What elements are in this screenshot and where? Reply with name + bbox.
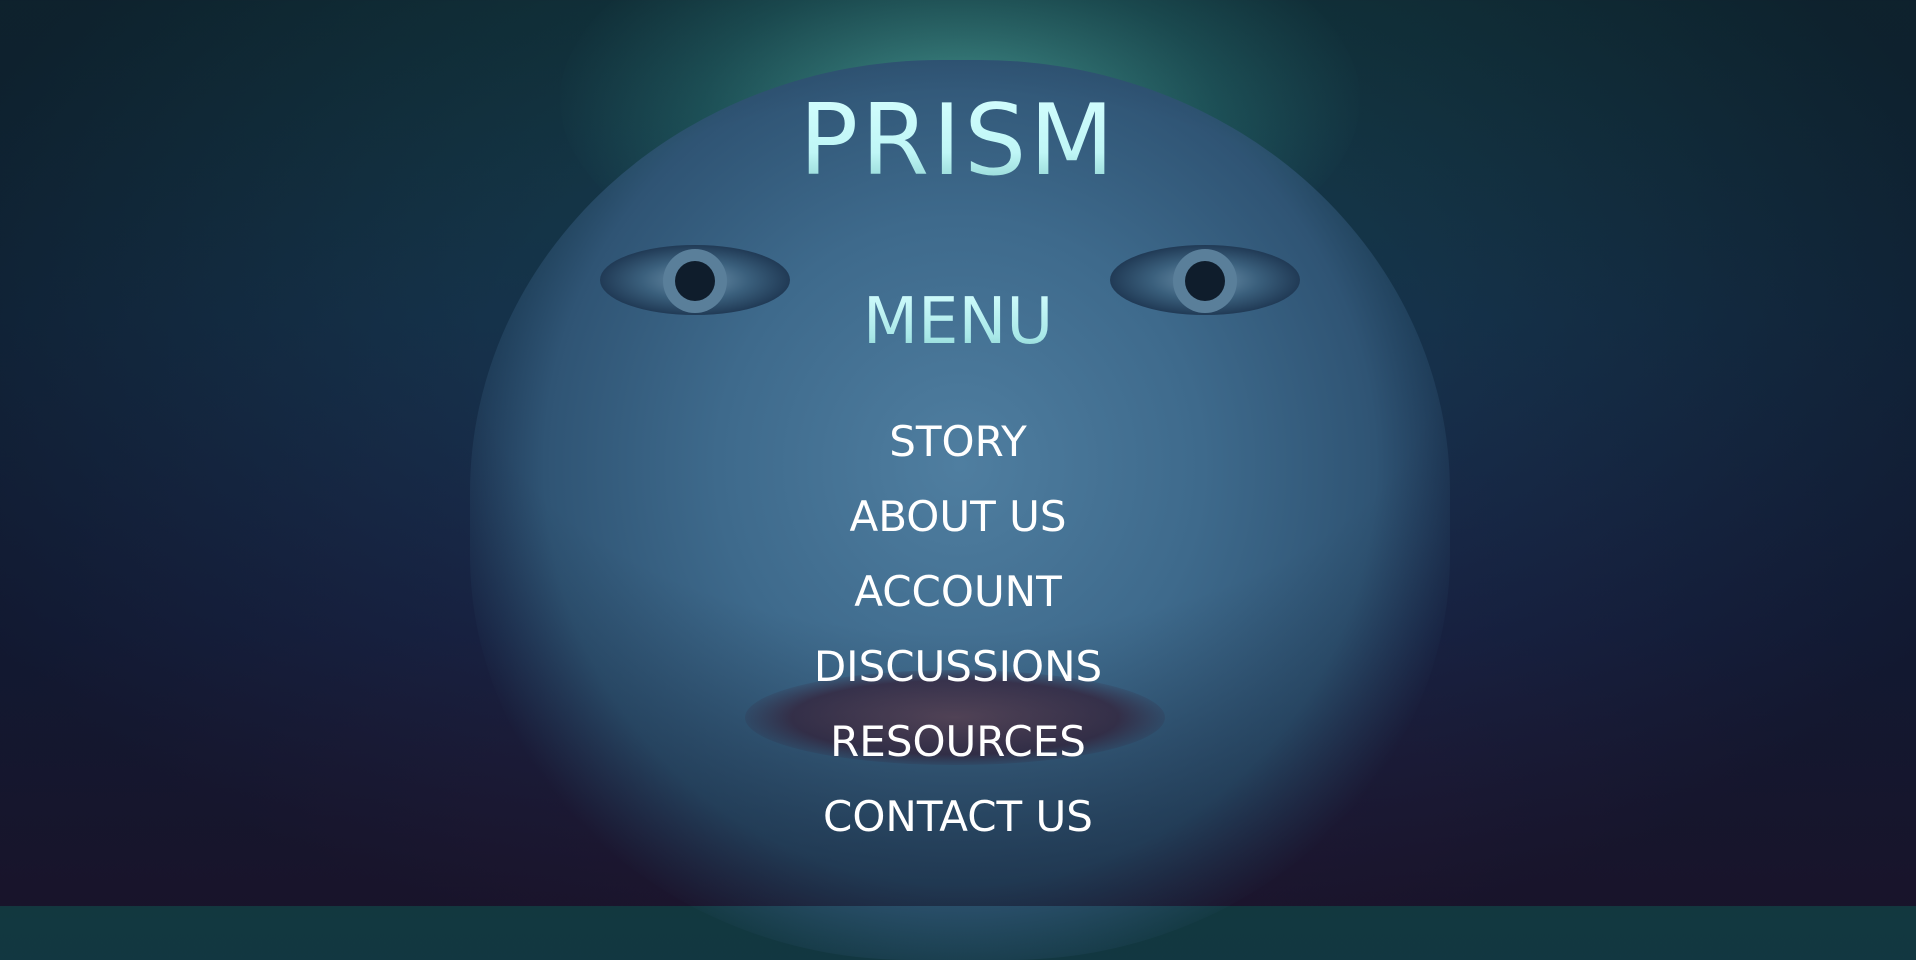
menu-overlay: PRISM MENU STORY ABOUT US ACCOUNT DISCUS… — [0, 0, 1916, 906]
nav-account[interactable]: ACCOUNT — [854, 554, 1062, 629]
main-nav: STORY ABOUT US ACCOUNT DISCUSSIONS RESOU… — [0, 404, 1916, 854]
site-title: PRISM — [0, 84, 1916, 198]
nav-contact-us[interactable]: CONTACT US — [823, 779, 1093, 854]
menu-heading: MENU — [0, 285, 1916, 359]
nav-resources[interactable]: RESOURCES — [830, 704, 1086, 779]
nav-discussions[interactable]: DISCUSSIONS — [814, 629, 1102, 704]
nav-story[interactable]: STORY — [889, 404, 1027, 479]
nav-about-us[interactable]: ABOUT US — [849, 479, 1066, 554]
